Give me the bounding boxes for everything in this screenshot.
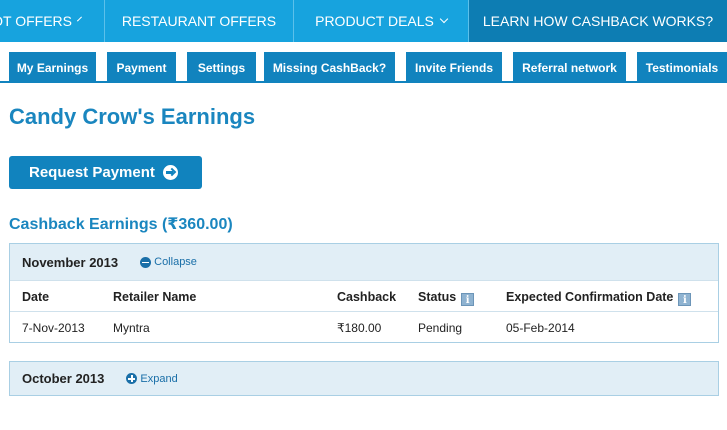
col-header-retailer: Retailer Name <box>113 290 197 304</box>
tab-label: Missing CashBack? <box>272 60 387 75</box>
cell-expected-date: 05-Feb-2014 <box>506 321 575 335</box>
col-header-status: Status i <box>418 290 475 306</box>
collapse-toggle[interactable]: Collapse <box>140 256 197 268</box>
nav-item-hot-offers[interactable]: OT OFFERS <box>0 0 105 42</box>
month-section-november-2013: November 2013 Collapse Date Retailer Nam… <box>9 243 719 343</box>
collapse-label: Collapse <box>154 256 197 268</box>
col-header-expected-date: Expected Confirmation Date i <box>506 290 692 306</box>
page-title: Candy Crow's Earnings <box>9 104 256 129</box>
plus-circle-icon <box>126 373 138 384</box>
cashback-earnings-heading: Cashback Earnings (₹360.00) <box>9 216 233 233</box>
minus-circle-icon <box>140 256 152 268</box>
tab-payment[interactable]: Payment <box>107 52 176 83</box>
cell-retailer: Myntra <box>113 321 150 335</box>
request-payment-button[interactable]: Request Payment <box>9 156 202 189</box>
nav-item-product-deals[interactable]: PRODUCT DEALS <box>294 0 469 42</box>
tab-label: Payment <box>116 60 167 75</box>
tab-missing-cashback[interactable]: Missing CashBack? <box>264 52 395 83</box>
nav-item-learn-cashback[interactable]: LEARN HOW CASHBACK WORKS? <box>469 0 727 42</box>
tab-settings[interactable]: Settings <box>187 52 256 83</box>
tab-my-earnings[interactable]: My Earnings <box>9 52 96 83</box>
top-nav: OT OFFERS RESTAURANT OFFERS PRODUCT DEAL… <box>0 0 727 42</box>
tab-label: Settings <box>197 60 246 75</box>
nav-item-label: RESTAURANT OFFERS <box>121 13 277 29</box>
col-header-status-label: Status <box>418 290 457 304</box>
tab-invite-friends[interactable]: Invite Friends <box>406 52 502 83</box>
chevron-down-icon <box>77 16 82 22</box>
tab-label: Invite Friends <box>414 60 494 75</box>
month-header: November 2013 Collapse <box>10 244 718 280</box>
table-header-row: Date Retailer Name Cashback Status i Expe… <box>10 280 718 311</box>
arrow-right-circle-icon <box>162 165 178 180</box>
cell-date: 7-Nov-2013 <box>22 321 85 335</box>
month-name: November 2013 <box>22 254 119 270</box>
request-payment-label: Request Payment <box>29 164 155 181</box>
tab-label: Referral network <box>522 60 617 75</box>
tab-referral-network[interactable]: Referral network <box>513 52 626 83</box>
cell-status: Pending <box>418 321 463 335</box>
cell-cashback: ₹180.00 <box>337 321 382 335</box>
month-header: October 2013 Expand <box>10 362 718 395</box>
expand-label: Expand <box>140 372 178 385</box>
chevron-down-icon <box>439 14 449 24</box>
tab-label: Testimonials <box>645 60 719 75</box>
nav-item-label: LEARN HOW CASHBACK WORKS? <box>482 13 714 29</box>
tab-testimonials[interactable]: Testimonials <box>637 52 727 83</box>
nav-item-label: PRODUCT DEALS <box>315 13 434 29</box>
info-icon[interactable]: i <box>678 293 692 306</box>
col-header-date: Date <box>22 290 50 304</box>
col-header-expected-label: Expected Confirmation Date <box>506 290 674 304</box>
month-section-october-2013: October 2013 Expand <box>9 361 719 396</box>
tab-label: My Earnings <box>16 60 89 75</box>
nav-item-label: OT OFFERS <box>0 13 72 29</box>
nav-item-restaurant-offers[interactable]: RESTAURANT OFFERS <box>105 0 294 42</box>
info-icon[interactable]: i <box>461 293 475 306</box>
col-header-cashback: Cashback <box>337 290 397 304</box>
expand-toggle[interactable]: Expand <box>126 372 178 385</box>
account-tabs: My Earnings Payment Settings Missing Cas… <box>0 42 727 83</box>
table-row: 7-Nov-2013 Myntra ₹180.00 Pending 05-Feb… <box>10 311 718 342</box>
month-name: October 2013 <box>22 371 105 386</box>
